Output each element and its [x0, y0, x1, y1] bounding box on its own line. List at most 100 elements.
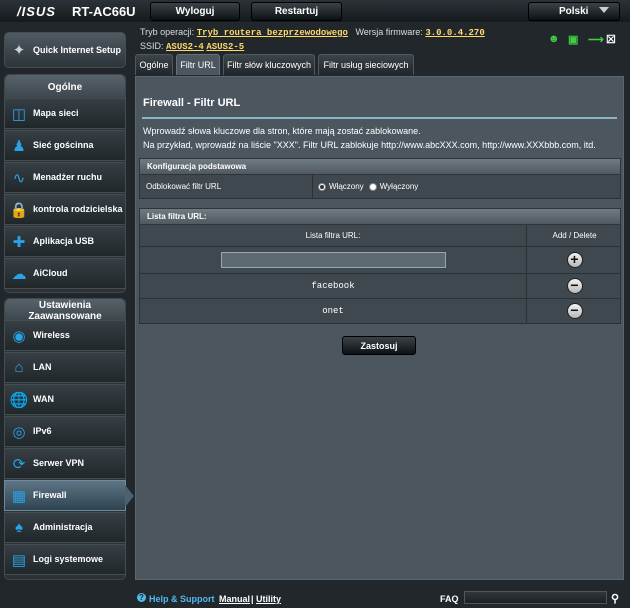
- url-new-entry-row: +: [139, 247, 621, 274]
- administration-icon: ♠: [15, 519, 23, 536]
- faq-search-input[interactable]: [464, 591, 607, 604]
- sidebar-item-label: LAN: [33, 362, 52, 372]
- sidebar-item-label: Serwer VPN: [33, 458, 85, 468]
- table-row: facebook −: [139, 274, 621, 299]
- radio-enabled-label: Włączony: [329, 182, 364, 191]
- sidebar-item-label: AiCloud: [33, 268, 68, 278]
- faq-label: FAQ: [440, 594, 459, 604]
- tab-url-filter[interactable]: Filtr URL: [176, 54, 220, 75]
- tab-network-services-filter[interactable]: Filtr usług sieciowych: [318, 54, 414, 75]
- traffic-manager-icon: ∿: [12, 169, 26, 187]
- radio-disabled-label: Wyłączony: [379, 182, 419, 191]
- ipv6-icon: ◎: [12, 423, 26, 441]
- network-icon[interactable]: ▣: [568, 33, 578, 46]
- help-support-link[interactable]: Help & Support: [149, 594, 215, 604]
- enable-filter-row: Odblokować filtr URL Włączony Wyłączony: [139, 175, 621, 199]
- sidebar-item-aicloud[interactable]: ☁ AiCloud: [4, 258, 126, 289]
- url-list-column-header-row: Lista filtra URL: Add / Delete: [139, 225, 621, 247]
- sidebar-item-usb-application[interactable]: ✚ Aplikacja USB: [4, 226, 126, 257]
- sidebar-item-label: kontrola rodzicielska: [33, 204, 123, 214]
- sidebar-item-system-log[interactable]: ▤ Logi systemowe: [4, 544, 126, 575]
- firmware-version-link[interactable]: 3.0.0.4.270: [425, 28, 484, 38]
- wizard-wand-icon: ✦: [12, 42, 26, 59]
- sidebar-item-firewall[interactable]: ▦ Firewall: [4, 480, 134, 511]
- sidebar-item-label: Sieć gościnna: [33, 140, 94, 150]
- quick-setup-label: Quick Internet Setup: [33, 44, 122, 55]
- sidebar-item-wireless[interactable]: ◉ Wireless: [4, 320, 126, 351]
- page-title: Firewall - Filtr URL: [143, 97, 241, 109]
- chevron-down-icon: [599, 7, 609, 13]
- guest-network-icon: ♟: [12, 137, 26, 155]
- mode-label: Tryb operacji:: [140, 27, 195, 37]
- basic-config-header: Konfiguracja podstawowa: [139, 158, 621, 175]
- radio-disabled[interactable]: [368, 182, 377, 191]
- quick-internet-setup-button[interactable]: ✦ Quick Internet Setup: [4, 32, 126, 68]
- sidebar-item-label: Firewall: [33, 490, 67, 500]
- tab-keyword-filter[interactable]: Filtr słów kluczowych: [223, 54, 315, 75]
- sidebar-item-network-map[interactable]: ◫ Mapa sieci: [4, 98, 126, 129]
- top-bar: /ISUS RT-AC66U Wyloguj Restartuj Polski: [0, 0, 630, 22]
- column-header-add-delete: Add / Delete: [552, 231, 597, 240]
- aicloud-icon: ☁: [11, 265, 27, 283]
- add-url-button[interactable]: +: [566, 252, 583, 268]
- delete-url-button[interactable]: −: [566, 278, 583, 294]
- footer: ? Help & Support Manual | Utility FAQ ⚲: [0, 586, 630, 608]
- sidebar-item-label: Menadżer ruchu: [33, 172, 103, 182]
- ssid-label: SSID:: [140, 41, 164, 51]
- main-panel: Firewall - Filtr URL Wprowadź słowa kluc…: [135, 76, 624, 580]
- column-divider: [312, 175, 313, 198]
- url-input-cell: [140, 247, 526, 273]
- manual-link[interactable]: Manual: [219, 594, 250, 604]
- sidebar-item-wan[interactable]: 🌐 WAN: [4, 384, 126, 415]
- sidebar-item-label: Administracja: [33, 522, 93, 532]
- logout-button[interactable]: Wyloguj: [150, 2, 240, 21]
- table-row: onet −: [139, 299, 621, 324]
- sidebar-item-label: WAN: [33, 394, 54, 404]
- footer-divider: |: [251, 594, 254, 604]
- sidebar-item-label: Mapa sieci: [33, 108, 79, 118]
- description-line-2: Na przykład, wprowadź na liście "XXX". F…: [143, 140, 596, 150]
- tab-general[interactable]: Ogólne: [135, 54, 173, 75]
- apply-button[interactable]: Zastosuj: [342, 336, 416, 355]
- system-log-icon: ▤: [11, 551, 27, 569]
- language-select[interactable]: Polski: [528, 2, 620, 21]
- sidebar-item-label: Aplikacja USB: [33, 236, 95, 246]
- sidebar-item-lan[interactable]: ⌂ LAN: [4, 352, 126, 383]
- sidebar-item-administration[interactable]: ♠ Administracja: [4, 512, 126, 543]
- url-input[interactable]: [220, 252, 446, 268]
- help-icon: ?: [137, 593, 146, 602]
- sidebar-item-label: Wireless: [33, 330, 70, 340]
- sidebar-item-parental-control[interactable]: 🔒 kontrola rodzicielska: [4, 194, 126, 225]
- sidebar-item-vpn-server[interactable]: ⟳ Serwer VPN: [4, 448, 126, 479]
- lan-icon: ⌂: [14, 359, 24, 376]
- wireless-icon: ◉: [12, 327, 26, 345]
- network-map-icon: ◫: [11, 105, 27, 123]
- utility-link[interactable]: Utility: [256, 594, 281, 604]
- url-entry-text: facebook: [311, 281, 355, 291]
- title-divider: [142, 117, 617, 119]
- radio-group-enable: Włączony Wyłączony: [318, 175, 418, 198]
- status-icon[interactable]: ☒: [606, 33, 616, 46]
- url-list-header: Lista filtra URL:: [139, 208, 621, 225]
- router-model: RT-AC66U: [72, 4, 136, 19]
- sidebar-item-ipv6[interactable]: ◎ IPv6: [4, 416, 126, 447]
- operation-mode-link[interactable]: Tryb routera bezprzewodowego: [197, 28, 348, 38]
- ssid-link-1[interactable]: ASUS2-4: [166, 42, 204, 52]
- enable-filter-label: Odblokować filtr URL: [146, 182, 222, 191]
- ssid-link-2[interactable]: ASUS2-5: [206, 42, 244, 52]
- vpn-icon: ⟳: [12, 455, 26, 473]
- search-icon[interactable]: ⚲: [611, 592, 619, 605]
- sidebar-item-traffic-manager[interactable]: ∿ Menadżer ruchu: [4, 162, 126, 193]
- url-entry-text: onet: [322, 306, 344, 316]
- language-value: Polski: [559, 6, 589, 17]
- radio-enabled[interactable]: [318, 182, 326, 191]
- usb-icon[interactable]: ⟶: [588, 33, 604, 46]
- user-icon[interactable]: ☻: [548, 33, 560, 45]
- add-cell: +: [527, 247, 622, 273]
- restart-button[interactable]: Restartuj: [251, 2, 342, 21]
- delete-cell: −: [527, 274, 622, 298]
- sidebar-item-guest-network[interactable]: ♟ Sieć gościnna: [4, 130, 126, 161]
- delete-url-button[interactable]: −: [566, 303, 583, 319]
- wan-icon: 🌐: [9, 391, 29, 409]
- parental-control-icon: 🔒: [9, 201, 29, 219]
